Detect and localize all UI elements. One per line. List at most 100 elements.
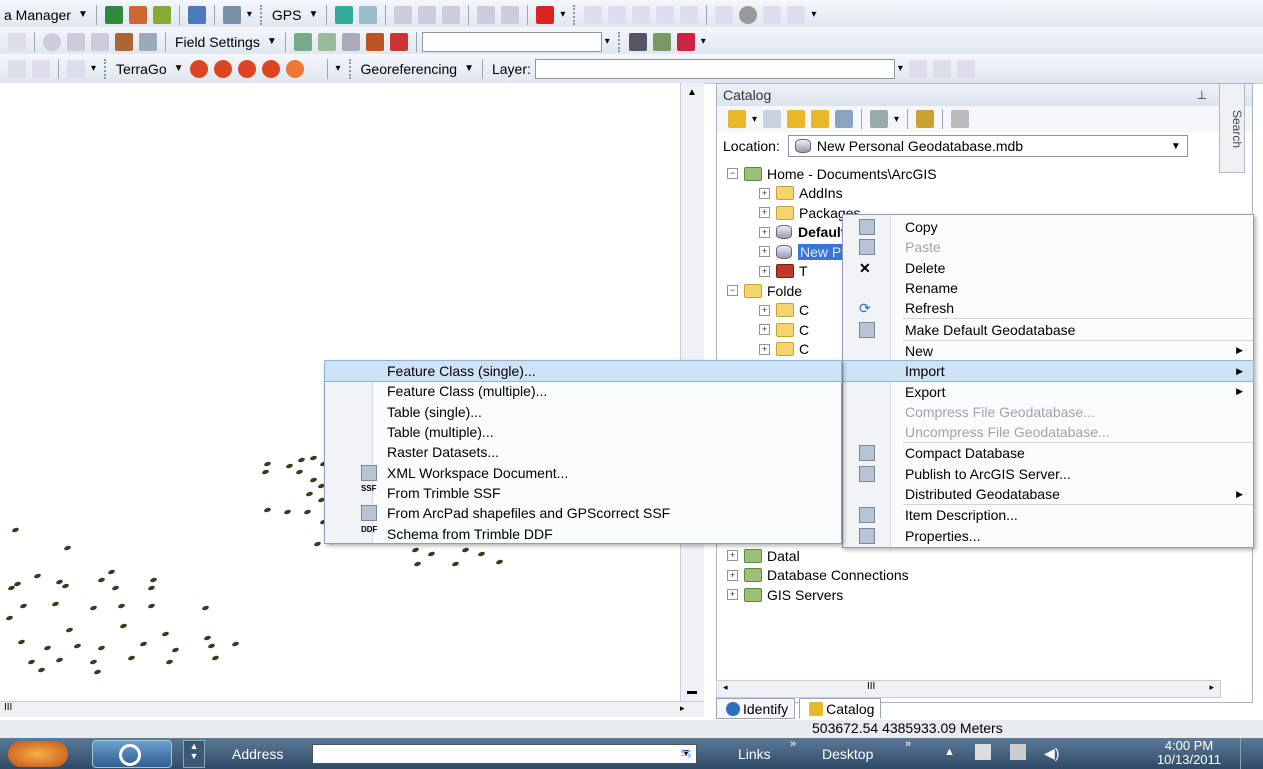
- expand-icon[interactable]: +: [759, 246, 770, 258]
- chevron-down-icon[interactable]: ▾: [752, 114, 757, 125]
- volume-icon[interactable]: ◀): [1044, 745, 1059, 762]
- map-feature-point[interactable]: [203, 634, 212, 642]
- combo-input[interactable]: [421, 31, 602, 52]
- map-feature-point[interactable]: [495, 558, 504, 566]
- views-icon[interactable]: [870, 110, 889, 128]
- chevron-down-icon[interactable]: ▼: [174, 63, 184, 74]
- chevron-down-icon[interactable]: ▾: [605, 36, 610, 47]
- menu-item[interactable]: Feature Class (multiple)...: [325, 381, 841, 401]
- chevron-down-icon[interactable]: ▼: [464, 63, 474, 74]
- menu-item[interactable]: Compact Database: [843, 443, 1253, 463]
- menu-item[interactable]: From ArcPad shapefiles and GPScorrect SS…: [325, 503, 841, 523]
- grid-icon[interactable]: [763, 5, 782, 24]
- map-feature-point[interactable]: [37, 666, 46, 674]
- terrago-menu[interactable]: TerraGo: [112, 61, 171, 77]
- gps-log-icon[interactable]: [394, 5, 413, 24]
- toolbar-grip[interactable]: [348, 58, 352, 79]
- scroll-toolbar-icon[interactable]: ▲ ▼: [183, 740, 205, 768]
- pencil-icon[interactable]: [365, 32, 384, 51]
- menu-item[interactable]: Table (single)...: [325, 402, 841, 422]
- toolbar-grip[interactable]: [573, 4, 576, 25]
- map-horizontal-scrollbar[interactable]: III ▸: [0, 701, 704, 717]
- circle-icon[interactable]: [739, 5, 758, 24]
- gps-disconnect-icon[interactable]: [359, 5, 378, 24]
- map-feature-point[interactable]: [309, 454, 318, 462]
- map-feature-point[interactable]: [33, 572, 42, 580]
- chevron-down-icon[interactable]: ▼: [78, 9, 88, 20]
- manager-menu[interactable]: a Manager: [0, 7, 75, 23]
- expand-icon[interactable]: +: [727, 589, 738, 601]
- menu-item[interactable]: Make Default Geodatabase: [843, 319, 1253, 339]
- desktop-overflow-icon[interactable]: »: [905, 738, 911, 750]
- gps-pause-icon[interactable]: [442, 5, 461, 24]
- map-feature-point[interactable]: [295, 468, 304, 476]
- toolbar-grip[interactable]: [617, 31, 621, 52]
- axf-export-icon[interactable]: [139, 32, 157, 51]
- map-feature-point[interactable]: [165, 658, 174, 666]
- map-feature-point[interactable]: [89, 604, 98, 612]
- reshape-icon[interactable]: [152, 5, 171, 24]
- field-tool2-icon[interactable]: [317, 32, 336, 51]
- catalog-horizontal-scrollbar[interactable]: ◂ III ▸: [716, 680, 1221, 698]
- default-gdb-icon[interactable]: [835, 110, 854, 128]
- axf-icon[interactable]: [115, 32, 133, 51]
- map-feature-point[interactable]: [477, 550, 486, 558]
- map-feature-point[interactable]: [413, 560, 422, 568]
- menu-item[interactable]: Publish to ArcGIS Server...: [843, 464, 1253, 484]
- camera-icon[interactable]: [628, 32, 647, 51]
- map-feature-point[interactable]: [107, 568, 116, 576]
- gps-connect-icon[interactable]: [335, 5, 354, 24]
- menu-item[interactable]: New ▶: [843, 341, 1253, 361]
- field-tool3-icon[interactable]: [341, 32, 360, 51]
- overflow-icon[interactable]: ▾: [701, 36, 706, 47]
- chevron-down-icon[interactable]: ▼: [308, 9, 318, 20]
- expand-icon[interactable]: +: [759, 343, 770, 355]
- snap-mid-icon[interactable]: [680, 5, 699, 24]
- desktop-toolbar[interactable]: Desktop: [822, 746, 873, 762]
- map-feature-point[interactable]: [5, 614, 14, 622]
- map-feature-point[interactable]: [411, 546, 420, 554]
- map-feature-point[interactable]: [43, 644, 52, 652]
- expand-icon[interactable]: +: [759, 226, 770, 238]
- table-view-icon[interactable]: [8, 32, 26, 51]
- menu-item[interactable]: XML Workspace Document...: [325, 462, 841, 482]
- map-feature-point[interactable]: [19, 602, 28, 610]
- overflow-icon[interactable]: ▾: [336, 63, 341, 74]
- snap-end-icon[interactable]: [656, 5, 675, 24]
- chevron-down-icon[interactable]: ▼: [267, 36, 277, 47]
- flag-icon[interactable]: [536, 5, 555, 24]
- go-arrow-icon[interactable]: ⇆: [680, 745, 692, 762]
- menu-item[interactable]: Feature Class (single)...: [324, 359, 842, 383]
- report-icon[interactable]: [67, 59, 85, 78]
- map-feature-point[interactable]: [283, 508, 292, 516]
- rotate-icon[interactable]: [908, 59, 927, 78]
- map-feature-point[interactable]: [97, 576, 106, 584]
- burst-icon[interactable]: [676, 32, 695, 51]
- tree-item[interactable]: − Home - Documents\ArcGIS: [727, 164, 1232, 184]
- up-folder-icon[interactable]: [787, 110, 806, 128]
- keyboard-icon[interactable]: [67, 32, 85, 51]
- map-feature-point[interactable]: [313, 540, 322, 548]
- expand-icon[interactable]: +: [759, 304, 770, 316]
- snap-square-icon[interactable]: [584, 5, 603, 24]
- map-feature-point[interactable]: [201, 604, 210, 612]
- map-feature-point[interactable]: [73, 642, 82, 650]
- overflow-icon[interactable]: ▾: [560, 9, 565, 20]
- edit-vertex-icon[interactable]: [128, 5, 147, 24]
- connect-folder-icon[interactable]: [916, 110, 935, 128]
- field-tool5-icon[interactable]: [389, 32, 408, 51]
- collapse-icon[interactable]: −: [727, 168, 738, 180]
- map-feature-point[interactable]: [97, 644, 106, 652]
- menu-item[interactable]: Raster Datasets...: [325, 442, 841, 462]
- map-feature-point[interactable]: [451, 560, 460, 568]
- scroll-right-icon[interactable]: ▸: [680, 703, 685, 714]
- gps-stream-icon[interactable]: [418, 5, 437, 24]
- map-feature-point[interactable]: [171, 646, 180, 654]
- terrago-export-icon[interactable]: [189, 59, 208, 78]
- map-feature-point[interactable]: [117, 602, 126, 610]
- chevron-down-icon[interactable]: ▾: [898, 63, 903, 74]
- home-icon[interactable]: [811, 110, 830, 128]
- menu-item[interactable]: Rename: [843, 278, 1253, 298]
- expand-icon[interactable]: +: [759, 265, 770, 277]
- map-feature-point[interactable]: [147, 602, 156, 610]
